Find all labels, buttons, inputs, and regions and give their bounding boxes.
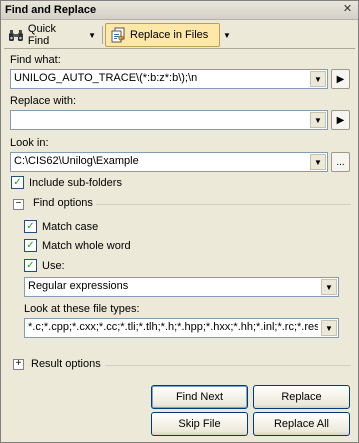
include-subfolders-label: Include sub-folders [29, 176, 122, 189]
title-bar: Find and Replace ✕ [1, 1, 358, 20]
toolbar-divider [4, 48, 355, 49]
browse-label: ... [336, 156, 345, 168]
replace-button[interactable]: Replace [253, 385, 350, 409]
match-case-checkbox[interactable]: ✓ Match case [24, 220, 98, 233]
chevron-down-icon[interactable]: ▼ [310, 71, 326, 87]
browse-button[interactable]: ... [331, 152, 350, 172]
find-what-label: Find what: [10, 54, 61, 66]
match-whole-word-checkbox[interactable]: ✓ Match whole word [24, 239, 131, 252]
chevron-down-icon: ▼ [223, 30, 231, 40]
collapse-find-options-icon[interactable]: − [13, 199, 24, 210]
window-title: Find and Replace [5, 4, 97, 16]
quick-find-button[interactable]: Quick Find ▼ [4, 23, 100, 47]
replace-label: Replace [281, 391, 322, 403]
chevron-down-icon[interactable]: ▼ [310, 154, 326, 170]
find-next-button[interactable]: Find Next [151, 385, 248, 409]
find-options-rule [96, 204, 351, 205]
arrow-right-icon: ▶ [336, 73, 345, 85]
chevron-down-icon[interactable]: ▼ [321, 320, 337, 336]
binoculars-icon [8, 30, 23, 41]
include-subfolders-checkbox[interactable]: ✓ Include sub-folders [11, 176, 122, 189]
find-replace-window: Find and Replace ✕ Quick Find ▼ Replace … [0, 0, 359, 443]
look-in-value: C:\CIS62\Unilog\Example [14, 155, 139, 167]
replace-all-button[interactable]: Replace All [253, 412, 350, 436]
chevron-down-icon[interactable]: ▼ [310, 112, 326, 128]
replace-files-icon [111, 27, 125, 43]
toolbar-separator [102, 26, 103, 44]
use-label: Use: [42, 259, 65, 272]
find-what-value: UNILOG_AUTO_TRACE\(*:b:z*:b\);\n [14, 72, 198, 84]
replace-with-label: Replace with: [10, 95, 77, 107]
result-options-rule [105, 365, 351, 366]
search-mode-select[interactable]: Regular expressions ▼ [24, 277, 339, 297]
expression-builder-button[interactable]: ▶ [331, 69, 350, 89]
match-whole-word-label: Match whole word [42, 239, 131, 252]
replace-all-label: Replace All [273, 418, 330, 430]
replace-in-files-dropdown[interactable]: ▼ [221, 23, 235, 47]
replace-in-files-button[interactable]: Replace in Files [105, 23, 220, 47]
file-types-label: Look at these file types: [24, 303, 140, 315]
find-options-title: Find options [31, 197, 95, 209]
checkmark-icon: ✓ [24, 239, 37, 252]
look-in-combo[interactable]: C:\CIS62\Unilog\Example ▼ [10, 152, 328, 172]
look-in-label: Look in: [10, 137, 49, 149]
chevron-down-icon: ▼ [88, 30, 96, 40]
replace-with-combo[interactable]: ▼ [10, 110, 328, 130]
checkmark-icon: ✓ [24, 259, 37, 272]
find-next-label: Find Next [175, 391, 224, 403]
file-types-combo[interactable]: *.c;*.cpp;*.cxx;*.cc;*.tli;*.tlh;*.h;*.h… [24, 318, 339, 338]
skip-file-button[interactable]: Skip File [151, 412, 248, 436]
close-icon[interactable]: ✕ [340, 3, 355, 17]
find-what-combo[interactable]: UNILOG_AUTO_TRACE\(*:b:z*:b\);\n ▼ [10, 69, 328, 89]
checkmark-icon: ✓ [11, 176, 24, 189]
skip-file-label: Skip File [178, 418, 221, 430]
quick-find-label: Quick Find [27, 23, 57, 47]
mode-toolbar: Quick Find ▼ Replace in Files ▼ [4, 23, 356, 47]
use-checkbox[interactable]: ✓ Use: [24, 259, 65, 272]
arrow-right-icon: ▶ [336, 114, 345, 126]
file-types-value: *.c;*.cpp;*.cxx;*.cc;*.tli;*.tlh;*.h;*.h… [28, 321, 318, 333]
checkmark-icon: ✓ [24, 220, 37, 233]
search-mode-value: Regular expressions [28, 280, 129, 292]
expand-result-options-icon[interactable]: + [13, 359, 24, 370]
replace-expression-builder-button[interactable]: ▶ [331, 110, 350, 130]
replace-in-files-label: Replace in Files [130, 29, 209, 41]
result-options-title: Result options [31, 358, 101, 370]
match-case-label: Match case [42, 220, 99, 233]
chevron-down-icon[interactable]: ▼ [321, 279, 337, 295]
